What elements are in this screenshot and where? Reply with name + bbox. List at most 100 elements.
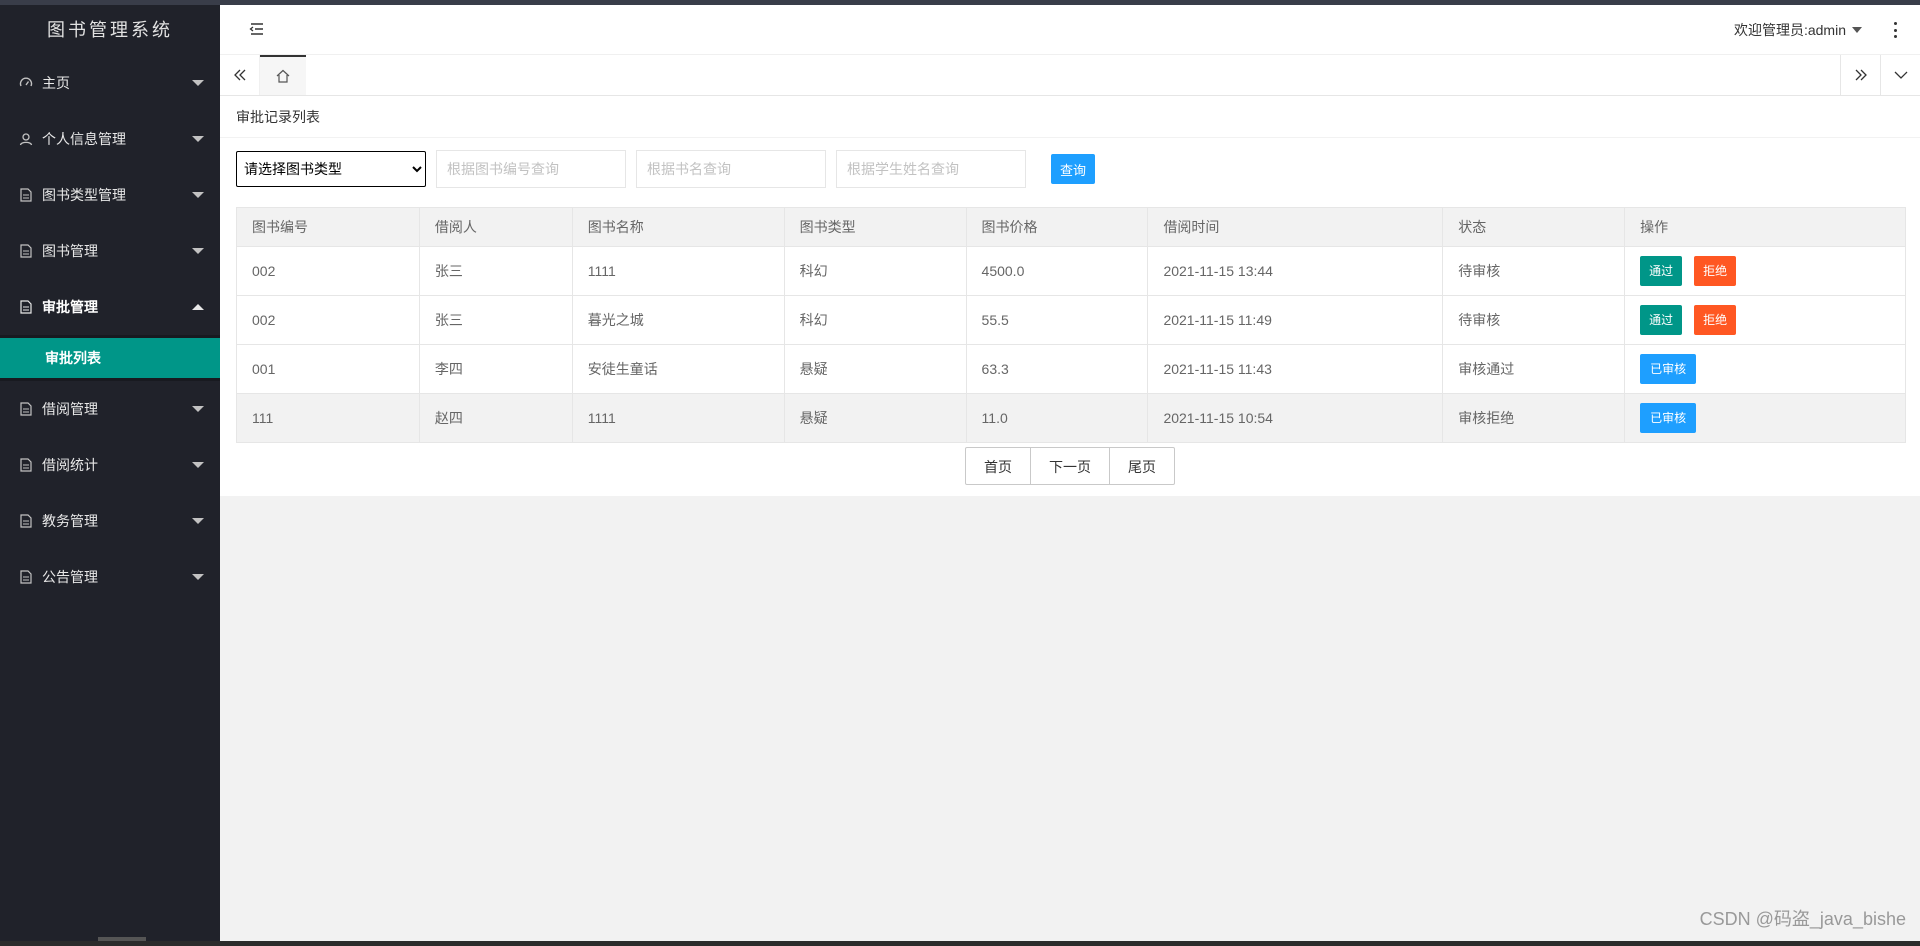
approve-button[interactable]: 通过 bbox=[1640, 305, 1683, 335]
cell-price: 11.0 bbox=[965, 393, 1149, 443]
next-page-button[interactable]: 下一页 bbox=[1030, 447, 1110, 485]
menu-fold-icon[interactable] bbox=[248, 21, 264, 37]
cell-borrow-time: 2021-11-15 11:43 bbox=[1147, 344, 1444, 394]
approval-table: 图书编号 借阅人 图书名称 图书类型 图书价格 借阅时间 状态 操作 002 张… bbox=[236, 207, 1906, 443]
column-header: 图书价格 bbox=[965, 207, 1149, 247]
tab-home[interactable] bbox=[260, 55, 306, 95]
file-icon bbox=[19, 300, 33, 314]
sidebar-item-label: 审批管理 bbox=[42, 299, 98, 315]
sidebar-item-label: 图书类型管理 bbox=[42, 187, 126, 203]
sidebar-item-label: 个人信息管理 bbox=[42, 131, 126, 147]
cell-book-type: 科幻 bbox=[783, 295, 967, 345]
last-page-button[interactable]: 尾页 bbox=[1109, 447, 1175, 485]
sidebar-item-notice[interactable]: 公告管理 bbox=[0, 549, 220, 605]
sidebar-item-label: 借阅管理 bbox=[42, 401, 98, 417]
cell-book-no: 001 bbox=[236, 344, 420, 394]
caret-down-icon bbox=[192, 462, 204, 468]
cell-book-no: 002 bbox=[236, 246, 420, 296]
caret-down-icon bbox=[192, 80, 204, 86]
user-menu[interactable]: 欢迎管理员:admin bbox=[1734, 5, 1862, 55]
file-icon bbox=[19, 188, 33, 202]
file-icon bbox=[19, 514, 33, 528]
caret-up-icon bbox=[192, 304, 204, 310]
filter-bar: 请选择图书类型 查询 bbox=[236, 150, 1095, 188]
column-header: 状态 bbox=[1442, 207, 1626, 247]
cell-price: 63.3 bbox=[965, 344, 1149, 394]
tab-scroll-right-button[interactable] bbox=[1840, 55, 1880, 95]
sidebar-item-profile[interactable]: 个人信息管理 bbox=[0, 111, 220, 167]
cell-status: 待审核 bbox=[1442, 295, 1626, 345]
sidebar-item-stats[interactable]: 借阅统计 bbox=[0, 437, 220, 493]
app-logo-title: 图书管理系统 bbox=[47, 20, 173, 40]
more-vertical-icon[interactable] bbox=[1894, 22, 1898, 38]
caret-down-icon bbox=[192, 248, 204, 254]
sidebar-item-borrow[interactable]: 借阅管理 bbox=[0, 381, 220, 437]
reviewed-button[interactable]: 已审核 bbox=[1640, 403, 1697, 433]
approve-button[interactable]: 通过 bbox=[1640, 256, 1683, 286]
column-header: 操作 bbox=[1624, 207, 1906, 247]
cell-borrower: 张三 bbox=[418, 295, 573, 345]
tab-options-button[interactable] bbox=[1880, 55, 1920, 95]
caret-down-icon bbox=[192, 518, 204, 524]
sidebar-item-label: 公告管理 bbox=[42, 569, 98, 585]
cell-status: 审核拒绝 bbox=[1442, 393, 1626, 443]
reject-button[interactable]: 拒绝 bbox=[1694, 256, 1737, 286]
table-row: 002 张三 1111 科幻 4500.0 2021-11-15 13:44 待… bbox=[236, 246, 1906, 296]
cell-book-type: 科幻 bbox=[783, 246, 967, 296]
file-icon bbox=[19, 402, 33, 416]
cell-actions: 已审核 bbox=[1624, 344, 1906, 394]
sidebar-item-book-types[interactable]: 图书类型管理 bbox=[0, 167, 220, 223]
sidebar-submenu-approval: 审批列表 bbox=[0, 335, 220, 381]
book-name-search-input[interactable] bbox=[636, 150, 826, 188]
sidebar-item-label: 图书管理 bbox=[42, 243, 98, 259]
cell-borrower: 张三 bbox=[418, 246, 573, 296]
file-icon bbox=[19, 570, 33, 584]
sidebar-item-academic[interactable]: 教务管理 bbox=[0, 493, 220, 549]
chevron-down-icon bbox=[1894, 71, 1907, 79]
sidebar-item-approval[interactable]: 审批管理 bbox=[0, 279, 220, 335]
search-button[interactable]: 查询 bbox=[1051, 154, 1095, 184]
cell-borrow-time: 2021-11-15 13:44 bbox=[1147, 246, 1444, 296]
column-header: 借阅时间 bbox=[1147, 207, 1444, 247]
table-row: 001 李四 安徒生童话 悬疑 63.3 2021-11-15 11:43 审核… bbox=[236, 344, 1906, 394]
caret-down-icon bbox=[192, 574, 204, 580]
cell-borrower: 赵四 bbox=[418, 393, 573, 443]
table-row: 111 赵四 1111 悬疑 11.0 2021-11-15 10:54 审核拒… bbox=[236, 393, 1906, 443]
caret-down-icon bbox=[192, 406, 204, 412]
page-title: 审批记录列表 bbox=[220, 96, 1920, 138]
pagination: 首页 下一页 尾页 bbox=[965, 447, 1175, 485]
sidebar-item-home[interactable]: 主页 bbox=[0, 55, 220, 111]
tab-scroll-left-button[interactable] bbox=[220, 55, 260, 95]
column-header: 图书编号 bbox=[236, 207, 420, 247]
book-type-select[interactable]: 请选择图书类型 bbox=[236, 151, 426, 187]
cell-book-name: 安徒生童话 bbox=[571, 344, 785, 394]
student-name-search-input[interactable] bbox=[836, 150, 1026, 188]
top-header: 欢迎管理员:admin bbox=[220, 5, 1920, 55]
cell-price: 4500.0 bbox=[965, 246, 1149, 296]
welcome-text: 欢迎管理员:admin bbox=[1733, 22, 1846, 38]
cell-book-type: 悬疑 bbox=[783, 393, 967, 443]
table-header-row: 图书编号 借阅人 图书名称 图书类型 图书价格 借阅时间 状态 操作 bbox=[236, 207, 1906, 247]
sidebar: 图书管理系统 主页 个人信息管理 图书类型管理 图书管理 审批管理 审批列表 借… bbox=[0, 5, 220, 941]
cell-book-name: 1111 bbox=[571, 246, 785, 296]
sidebar-subitem-approval-list[interactable]: 审批列表 bbox=[0, 338, 220, 378]
column-header: 图书名称 bbox=[571, 207, 785, 247]
reject-button[interactable]: 拒绝 bbox=[1694, 305, 1737, 335]
sidebar-item-label: 主页 bbox=[42, 75, 70, 91]
cell-status: 待审核 bbox=[1442, 246, 1626, 296]
book-no-search-input[interactable] bbox=[436, 150, 626, 188]
sidebar-item-books[interactable]: 图书管理 bbox=[0, 223, 220, 279]
file-icon bbox=[19, 458, 33, 472]
cell-actions: 通过 拒绝 bbox=[1624, 246, 1906, 296]
cell-borrower: 李四 bbox=[418, 344, 573, 394]
double-chevron-left-icon bbox=[233, 69, 245, 81]
cell-actions: 通过 拒绝 bbox=[1624, 295, 1906, 345]
window-bottom-strip bbox=[0, 941, 1920, 946]
reviewed-button[interactable]: 已审核 bbox=[1640, 354, 1697, 384]
dashboard-icon bbox=[19, 76, 33, 90]
first-page-button[interactable]: 首页 bbox=[965, 447, 1031, 485]
home-icon bbox=[276, 69, 290, 83]
cell-status: 审核通过 bbox=[1442, 344, 1626, 394]
cell-book-type: 悬疑 bbox=[783, 344, 967, 394]
cell-borrow-time: 2021-11-15 10:54 bbox=[1147, 393, 1444, 443]
